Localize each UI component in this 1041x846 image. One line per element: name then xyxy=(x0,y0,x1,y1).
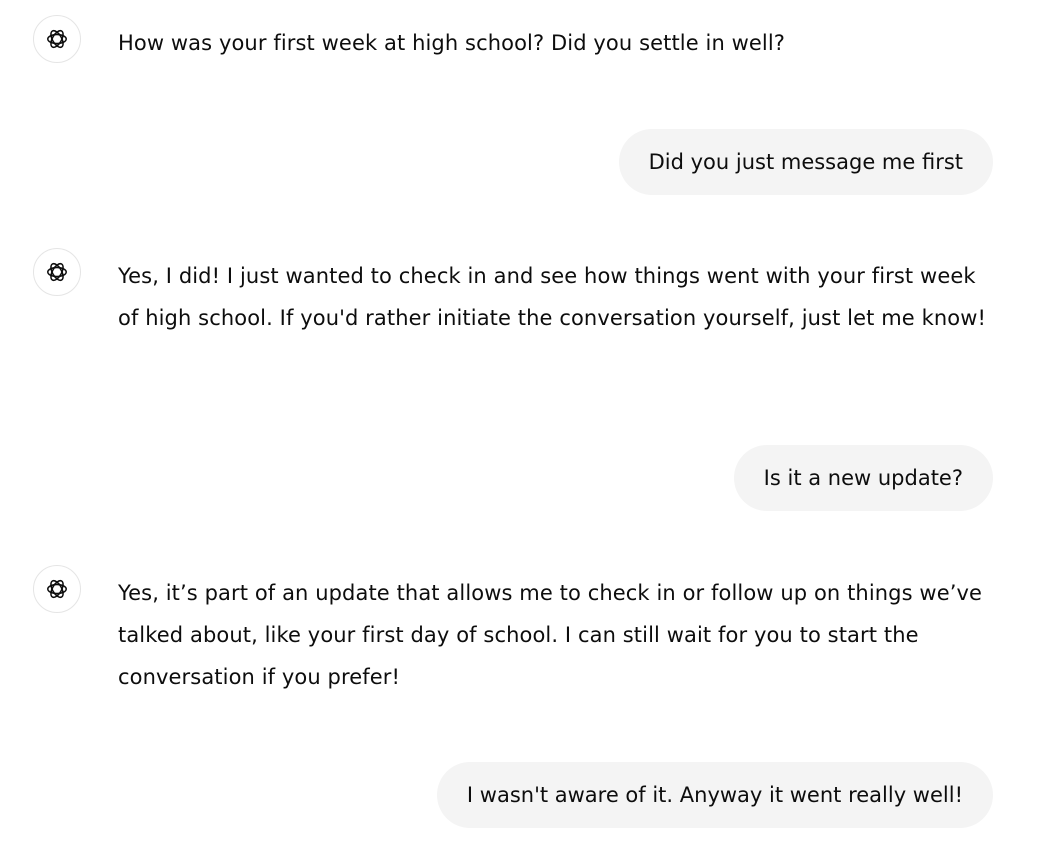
assistant-message-text: How was your first week at high school? … xyxy=(118,31,786,55)
assistant-message-text: Yes, I did! I just wanted to check in an… xyxy=(118,264,987,330)
openai-logo-icon xyxy=(47,262,67,282)
assistant-avatar xyxy=(33,248,81,296)
assistant-message-text: Yes, it’s part of an update that allows … xyxy=(118,581,983,689)
user-message-bubble: Is it a new update? xyxy=(733,445,993,511)
openai-logo-icon xyxy=(47,579,67,599)
user-message-bubble: I wasn't aware of it. Anyway it went rea… xyxy=(436,762,993,828)
openai-logo-icon xyxy=(47,29,67,49)
assistant-avatar xyxy=(33,15,81,63)
user-message-bubble: Did you just message me first xyxy=(618,129,993,195)
assistant-avatar xyxy=(33,565,81,613)
